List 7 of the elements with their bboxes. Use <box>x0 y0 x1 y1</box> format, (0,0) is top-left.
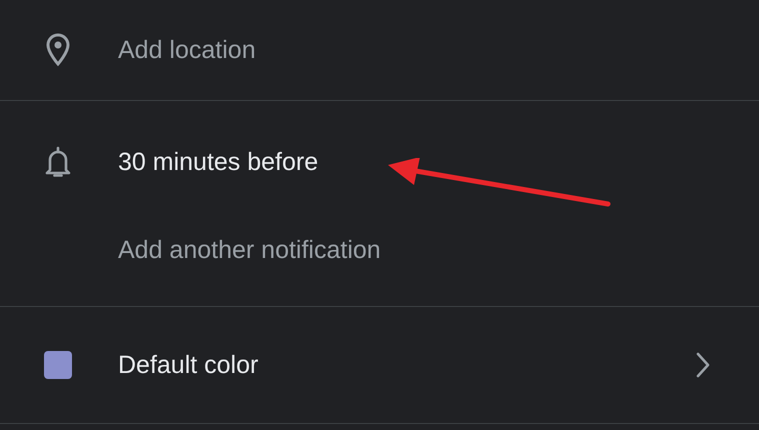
notification-time[interactable]: 30 minutes before <box>118 148 318 176</box>
location-field[interactable]: Add location <box>118 36 518 64</box>
bell-icon <box>44 145 72 179</box>
add-notification-link[interactable]: Add another notification <box>118 236 381 264</box>
location-pin-icon <box>44 32 72 68</box>
color-label[interactable]: Default color <box>118 350 258 380</box>
chevron-right-icon[interactable] <box>695 351 711 379</box>
